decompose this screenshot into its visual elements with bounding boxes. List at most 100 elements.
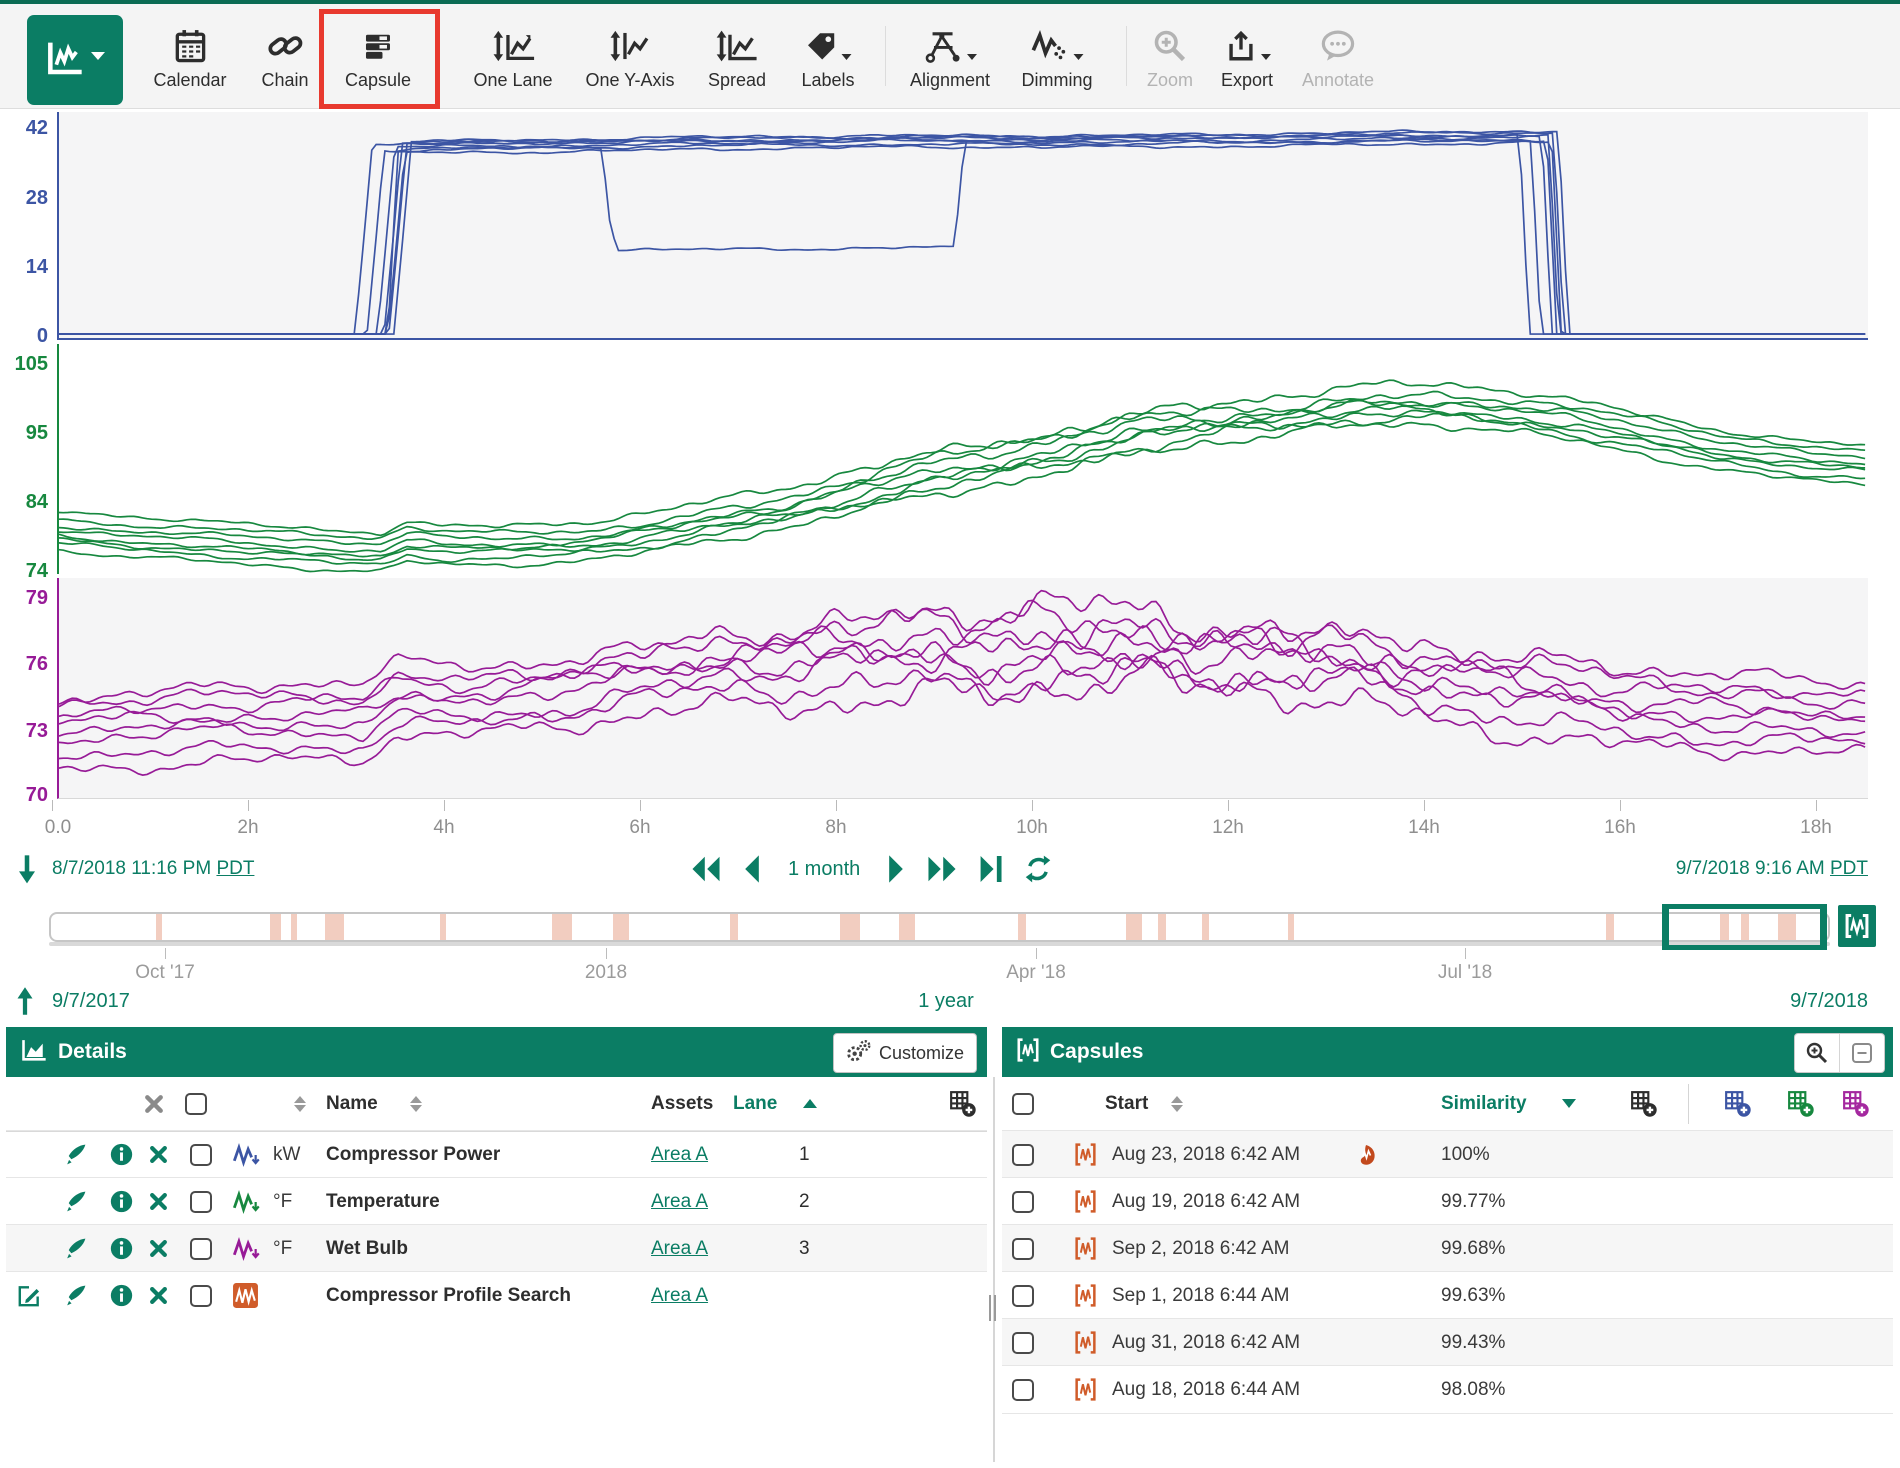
rocket-icon[interactable] xyxy=(63,1272,88,1319)
customize-button[interactable]: Customize xyxy=(833,1033,977,1073)
step-to-end-icon[interactable] xyxy=(978,854,1004,884)
remove-icon[interactable] xyxy=(149,1178,168,1225)
edit-icon[interactable] xyxy=(16,1272,42,1319)
trend-view-menu-button[interactable] xyxy=(27,15,123,105)
toolbar-calendar[interactable]: Calendar xyxy=(153,22,226,90)
extend-start-arrow-icon[interactable] xyxy=(16,854,38,891)
capsule-row[interactable]: Aug 31, 2018 6:42 AM 99.43% xyxy=(1002,1318,1893,1366)
capsule-time-toggle-button[interactable] xyxy=(1838,905,1876,947)
capsule-row[interactable]: Aug 19, 2018 6:42 AM 99.77% xyxy=(1002,1177,1893,1225)
details-row-wet-bulb[interactable]: °F Wet Bulb Area A 3 xyxy=(6,1224,987,1272)
column-start[interactable]: Start xyxy=(1105,1077,1148,1130)
add-signal-column-icon[interactable] xyxy=(1842,1077,1870,1130)
capsule-occurrence-stripe xyxy=(325,914,345,940)
rocket-icon[interactable] xyxy=(63,1131,88,1178)
add-signal-column-icon[interactable] xyxy=(1724,1077,1752,1130)
capsule-occurrence-stripe xyxy=(1158,914,1166,940)
investigate-range-duration[interactable]: 1 year xyxy=(918,990,974,1013)
timeline-selection-window[interactable] xyxy=(1663,904,1827,950)
sort-icons[interactable] xyxy=(287,1077,306,1130)
step-back-fast-icon[interactable] xyxy=(690,854,722,884)
step-forward-fast-icon[interactable] xyxy=(926,854,958,884)
panel-splitter[interactable] xyxy=(993,1077,995,1462)
select-all-checkbox[interactable] xyxy=(185,1077,207,1130)
row-checkbox[interactable] xyxy=(1012,1225,1034,1272)
compressor-power-lane[interactable] xyxy=(57,112,1868,340)
selection-right-handle[interactable] xyxy=(1820,904,1827,950)
investigate-range-start[interactable]: 9/7/2017 xyxy=(52,990,130,1013)
toolbar-capsule[interactable]: Capsule xyxy=(345,22,411,90)
toolbar-one-lane[interactable]: One Lane xyxy=(473,22,552,90)
column-lane[interactable]: Lane xyxy=(733,1077,777,1130)
column-name[interactable]: Name xyxy=(326,1077,378,1130)
row-checkbox[interactable] xyxy=(190,1178,212,1225)
panel-splitter-grip[interactable] xyxy=(989,1295,999,1321)
step-back-icon[interactable] xyxy=(742,854,762,884)
info-icon[interactable] xyxy=(110,1225,133,1272)
capsule-row[interactable]: Sep 2, 2018 6:42 AM 99.68% xyxy=(1002,1224,1893,1272)
remove-icon[interactable] xyxy=(149,1225,168,1272)
asset-link[interactable]: Area A xyxy=(651,1272,708,1319)
remove-all-icon[interactable] xyxy=(144,1077,164,1130)
zoom-to-capsule-icon[interactable] xyxy=(1795,1034,1839,1072)
collapse-icon[interactable] xyxy=(1839,1034,1884,1072)
spread-icon xyxy=(716,22,758,64)
timezone-link[interactable]: PDT xyxy=(216,858,254,879)
asset-link[interactable]: Area A xyxy=(651,1131,708,1178)
asset-link[interactable]: Area A xyxy=(651,1225,708,1272)
capsule-row[interactable]: Sep 1, 2018 6:44 AM 99.63% xyxy=(1002,1271,1893,1319)
toolbar-chain[interactable]: Chain xyxy=(261,22,308,90)
toolbar-export[interactable]: Export xyxy=(1221,22,1273,90)
row-checkbox[interactable] xyxy=(1012,1178,1034,1225)
column-similarity[interactable]: Similarity xyxy=(1441,1077,1527,1130)
row-checkbox[interactable] xyxy=(190,1225,212,1272)
remove-icon[interactable] xyxy=(149,1272,168,1319)
details-row-profile-search[interactable]: Compressor Profile Search Area A xyxy=(6,1271,987,1319)
toolbar-labels[interactable]: Labels xyxy=(801,22,854,90)
toolbar-one-y-axis[interactable]: One Y-Axis xyxy=(585,22,674,90)
sort-icons[interactable] xyxy=(403,1077,422,1130)
add-column-icon[interactable] xyxy=(949,1077,977,1130)
column-assets[interactable]: Assets xyxy=(651,1077,713,1130)
sort-asc-icon[interactable] xyxy=(803,1077,817,1130)
wet-bulb-lane[interactable] xyxy=(57,578,1868,799)
row-checkbox[interactable] xyxy=(190,1131,212,1178)
info-icon[interactable] xyxy=(110,1178,133,1225)
capsule-row[interactable]: Aug 18, 2018 6:44 AM 98.08% xyxy=(1002,1365,1893,1414)
select-all-checkbox[interactable] xyxy=(1012,1077,1034,1130)
extend-range-up-arrow-icon[interactable] xyxy=(14,986,36,1022)
sort-icons[interactable] xyxy=(1164,1077,1183,1130)
row-checkbox[interactable] xyxy=(1012,1131,1034,1178)
toolbar-dimming[interactable]: Dimming xyxy=(1021,22,1092,90)
display-range-end[interactable]: 9/7/2018 9:16 AM PDT xyxy=(1676,858,1868,880)
row-checkbox[interactable] xyxy=(1012,1272,1034,1319)
remove-icon[interactable] xyxy=(149,1131,168,1178)
temperature-lane[interactable] xyxy=(57,344,1868,574)
info-icon[interactable] xyxy=(110,1272,133,1319)
add-column-icon[interactable] xyxy=(1630,1077,1658,1130)
rocket-icon[interactable] xyxy=(63,1225,88,1272)
display-range-start[interactable]: 8/7/2018 11:16 PM PDT xyxy=(52,858,254,880)
refresh-icon[interactable] xyxy=(1024,855,1052,883)
info-icon[interactable] xyxy=(110,1131,133,1178)
row-checkbox[interactable] xyxy=(190,1272,212,1319)
timeline-scrubber[interactable] xyxy=(49,912,1830,942)
toolbar-spread[interactable]: Spread xyxy=(708,22,766,90)
tag-icon xyxy=(804,22,851,64)
toolbar-alignment[interactable]: Alignment xyxy=(910,22,990,90)
step-forward-icon[interactable] xyxy=(886,854,906,884)
timezone-link[interactable]: PDT xyxy=(1830,858,1868,879)
rocket-icon[interactable] xyxy=(63,1178,88,1225)
sort-desc-icon[interactable] xyxy=(1562,1077,1576,1130)
x-tick-mark xyxy=(1228,800,1229,811)
add-signal-column-icon[interactable] xyxy=(1787,1077,1815,1130)
details-row-temperature[interactable]: °F Temperature Area A 2 xyxy=(6,1177,987,1225)
investigate-range-end[interactable]: 9/7/2018 xyxy=(1790,990,1868,1013)
row-checkbox[interactable] xyxy=(1012,1319,1034,1366)
details-row-compressor-power[interactable]: kW Compressor Power Area A 1 xyxy=(6,1130,987,1178)
capsule-row[interactable]: Aug 23, 2018 6:42 AM 100% xyxy=(1002,1130,1893,1178)
row-checkbox[interactable] xyxy=(1012,1366,1034,1413)
asset-link[interactable]: Area A xyxy=(651,1178,708,1225)
selection-left-handle[interactable] xyxy=(1662,904,1669,950)
step-size-label[interactable]: 1 month xyxy=(788,858,860,881)
